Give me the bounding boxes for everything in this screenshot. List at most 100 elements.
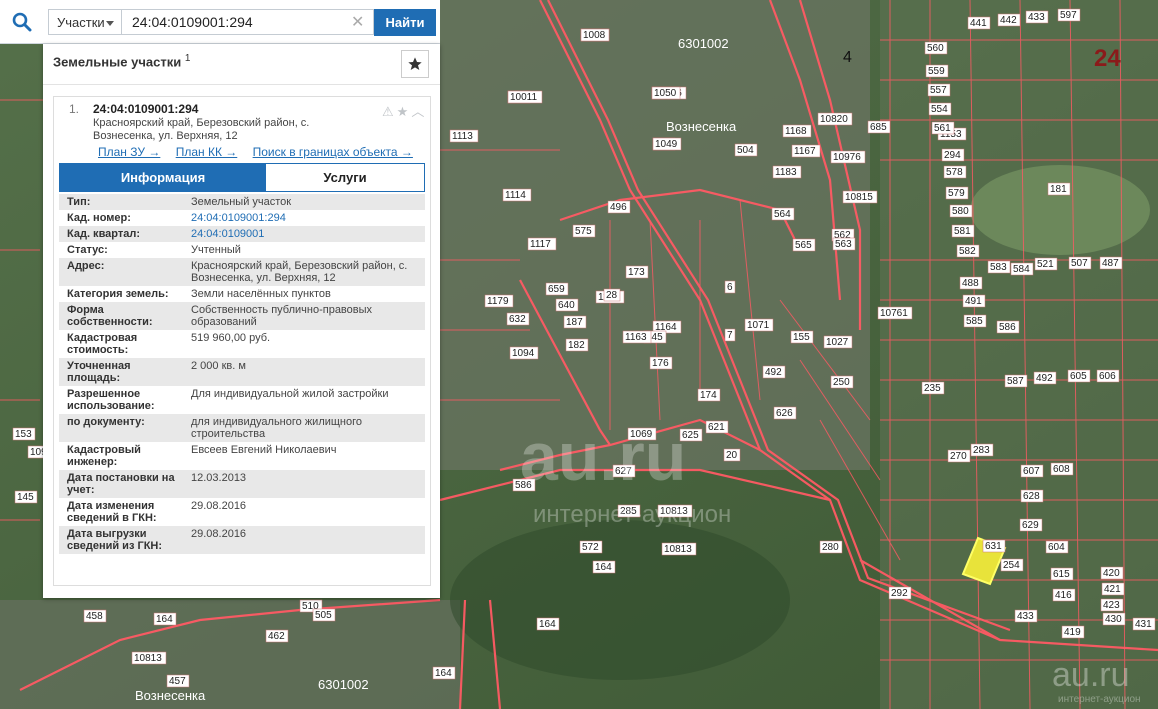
property-value[interactable]: 24:04:0109001	[179, 226, 425, 242]
parcel-label[interactable]: 586	[996, 320, 1020, 334]
search-type-select[interactable]: Участки	[48, 9, 122, 35]
parcel-label[interactable]: 492	[1033, 371, 1057, 385]
parcel-label[interactable]: 564	[771, 207, 795, 221]
parcel-label[interactable]: 607	[1020, 464, 1044, 478]
parcel-label[interactable]: 270	[947, 449, 971, 463]
parcel-label[interactable]: 419	[1061, 625, 1085, 639]
parcel-label[interactable]: 254	[1000, 558, 1024, 572]
parcel-label[interactable]: 561	[931, 121, 955, 135]
parcel-label[interactable]: 10011	[507, 90, 543, 104]
parcel-label[interactable]: 628	[1020, 489, 1044, 503]
parcel-label[interactable]: 280	[819, 540, 843, 554]
parcel-label[interactable]: 563	[832, 237, 856, 251]
parcel-label[interactable]: 7	[724, 328, 736, 342]
parcel-label[interactable]: 430	[1102, 612, 1126, 626]
star-icon[interactable]: ★	[397, 104, 412, 119]
parcel-label[interactable]: 585	[963, 314, 987, 328]
parcel-label[interactable]: 504	[734, 143, 758, 157]
parcel-label[interactable]: 521	[1034, 257, 1058, 271]
parcel-label[interactable]: 597	[1057, 8, 1081, 22]
parcel-label[interactable]: 1027	[823, 335, 853, 349]
parcel-label[interactable]: 580	[949, 204, 973, 218]
parcel-label[interactable]: 659	[545, 282, 569, 296]
tab-info[interactable]: Информация	[60, 164, 266, 191]
search-in-bounds-link[interactable]: Поиск в границах объекта →	[253, 145, 413, 159]
parcel-label[interactable]: 431	[1132, 617, 1156, 631]
parcel-label[interactable]: 1117	[527, 237, 557, 251]
chevron-up-icon[interactable]: ︿	[411, 104, 427, 119]
parcel-label[interactable]: 581	[951, 224, 975, 238]
parcel-label[interactable]: 1179	[484, 294, 514, 308]
parcel-label[interactable]: 488	[959, 276, 983, 290]
parcel-label[interactable]: 433	[1025, 10, 1049, 24]
parcel-label[interactable]: 626	[773, 406, 797, 420]
parcel-label[interactable]: 458	[83, 609, 107, 623]
parcel-label[interactable]: 578	[943, 165, 967, 179]
parcel-label[interactable]: 421	[1101, 582, 1125, 596]
parcel-label[interactable]: 560	[924, 41, 948, 55]
tab-services[interactable]: Услуги	[266, 164, 424, 191]
parcel-label[interactable]: 631	[982, 539, 1006, 553]
parcel-label[interactable]: 587	[1004, 374, 1028, 388]
parcel-label[interactable]: 433	[1014, 609, 1038, 623]
parcel-label[interactable]: 1167	[791, 144, 821, 158]
parcel-label[interactable]: 606	[1096, 369, 1120, 383]
parcel-label[interactable]: 1050	[651, 86, 681, 100]
parcel-label[interactable]: 10813	[661, 542, 697, 556]
parcel-label[interactable]: 572	[579, 540, 603, 554]
parcel-label[interactable]: 615	[1050, 567, 1074, 581]
parcel-label[interactable]: 632	[506, 312, 530, 326]
parcel-label[interactable]: 10976	[830, 150, 866, 164]
parcel-label[interactable]: 579	[945, 186, 969, 200]
parcel-label[interactable]: 1071	[744, 318, 774, 332]
parcel-label[interactable]: 10815	[842, 190, 878, 204]
parcel-label[interactable]: 442	[997, 13, 1021, 27]
parcel-label[interactable]: 153	[12, 427, 36, 441]
parcel-label[interactable]: 621	[705, 420, 729, 434]
parcel-label[interactable]: 164	[432, 666, 456, 680]
parcel-label[interactable]: 181	[1047, 182, 1071, 196]
parcel-label[interactable]: 457	[166, 674, 190, 688]
parcel-label[interactable]: 685	[867, 120, 891, 134]
parcel-label[interactable]: 505	[312, 608, 336, 622]
parcel-label[interactable]: 187	[563, 315, 587, 329]
parcel-label[interactable]: 164	[153, 612, 177, 626]
parcel-label[interactable]: 487	[1099, 256, 1123, 270]
parcel-label[interactable]: 559	[925, 64, 949, 78]
parcel-label[interactable]: 28	[603, 288, 621, 302]
parcel-label[interactable]: 492	[762, 365, 786, 379]
parcel-label[interactable]: 182	[565, 338, 589, 352]
parcel-label[interactable]: 441	[967, 16, 991, 30]
parcel-label[interactable]: 20	[723, 448, 741, 462]
parcel-label[interactable]: 145	[14, 490, 38, 504]
plan-zu-link[interactable]: План ЗУ →	[98, 145, 160, 159]
parcel-label[interactable]: 250	[830, 375, 854, 389]
warning-icon[interactable]: ⚠	[382, 104, 397, 119]
parcel-label[interactable]: 292	[888, 586, 912, 600]
parcel-label[interactable]: 604	[1045, 540, 1069, 554]
parcel-label[interactable]: 575	[572, 224, 596, 238]
parcel-label[interactable]: 294	[941, 148, 965, 162]
parcel-label[interactable]: 1049	[652, 137, 682, 151]
find-button[interactable]: Найти	[374, 9, 436, 36]
parcel-label[interactable]: 1163	[622, 330, 652, 344]
favorites-button[interactable]	[401, 50, 429, 78]
parcel-label[interactable]: 164	[592, 560, 616, 574]
parcel-label[interactable]: 416	[1052, 588, 1076, 602]
parcel-label[interactable]: 1183	[772, 165, 802, 179]
parcel-label[interactable]: 491	[962, 294, 986, 308]
parcel-label[interactable]: 10820	[817, 112, 853, 126]
parcel-label[interactable]: 1008	[580, 28, 610, 42]
parcel-label[interactable]: 496	[607, 200, 631, 214]
result-cadastral-number[interactable]: 24:04:0109001:294	[93, 102, 198, 116]
parcel-label[interactable]: 155	[790, 330, 814, 344]
parcel-label[interactable]: 420	[1100, 566, 1124, 580]
parcel-label[interactable]: 605	[1067, 369, 1091, 383]
parcel-label[interactable]: 1094	[509, 346, 539, 360]
parcel-label[interactable]: 582	[956, 244, 980, 258]
parcel-label[interactable]: 164	[536, 617, 560, 631]
property-value[interactable]: 24:04:0109001:294	[179, 210, 425, 226]
clear-icon[interactable]: ✕	[351, 12, 364, 32]
search-icon[interactable]	[0, 0, 44, 44]
parcel-label[interactable]: 423	[1100, 598, 1124, 612]
